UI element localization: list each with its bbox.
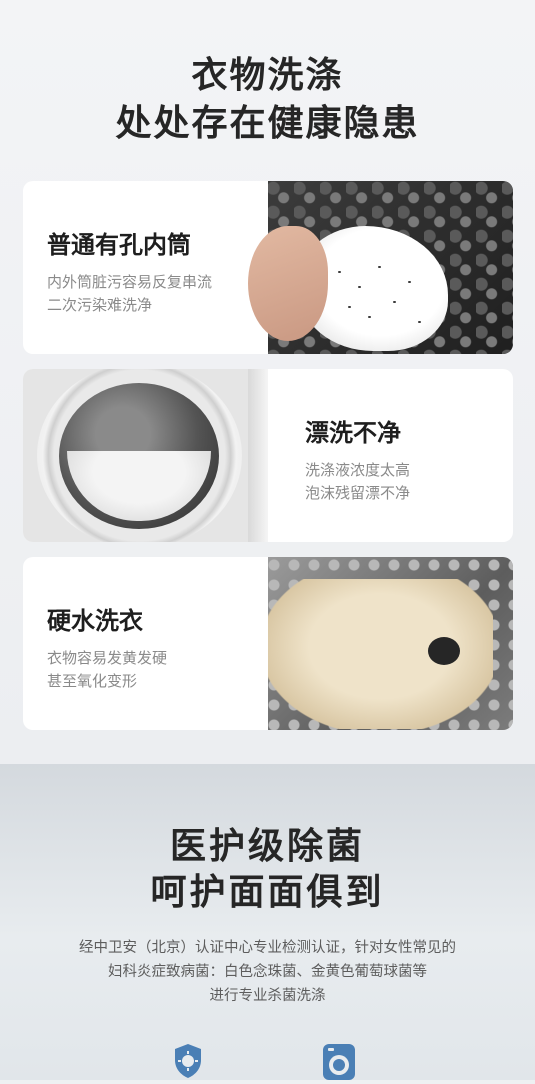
- card-desc-line1: 洗涤液浓度太高: [305, 461, 411, 479]
- card-desc-line1: 衣物容易发黄发硬: [47, 649, 168, 667]
- washing-machine-icon: [321, 1040, 357, 1080]
- virus-shield-icon: [170, 1040, 206, 1080]
- headline-line2: 处处存在健康隐患: [115, 103, 420, 144]
- card-desc-line2: 二次污染难洗净: [47, 296, 153, 314]
- dirty-cloth-photo: [248, 181, 513, 354]
- card-hard-water: 硬水洗衣 衣物容易发黄发硬 甚至氧化变形: [23, 557, 513, 730]
- section2-body-line3: 进行专业杀菌洗涤: [209, 988, 326, 1004]
- card-desc-line1: 内外筒脏污容易反复串流: [47, 273, 213, 291]
- section2-body-line1: 经中卫安（北京）认证中心专业检测认证，针对女性常见的: [79, 940, 456, 956]
- card-text: 漂洗不净 洗涤液浓度太高 泡沫残留漂不净: [283, 369, 503, 542]
- card-incomplete-rinse: 漂洗不净 洗涤液浓度太高 泡沫残留漂不净: [23, 369, 513, 542]
- card-title: 硬水洗衣: [47, 607, 143, 635]
- card-text: 普通有孔内筒 内外筒脏污容易反复串流 二次污染难洗净: [23, 181, 243, 354]
- yellowed-towel-photo: [268, 557, 513, 730]
- card-perforated-drum: 普通有孔内筒 内外筒脏污容易反复串流 二次污染难洗净: [23, 181, 513, 354]
- towel-shadow: [428, 637, 460, 665]
- card-desc-line2: 甚至氧化变形: [47, 672, 138, 690]
- card-text: 硬水洗衣 衣物容易发黄发硬 甚至氧化变形: [23, 557, 243, 730]
- card-desc-line2: 泡沫残留漂不净: [305, 484, 411, 502]
- section2-title-line2: 呵护面面俱到: [150, 872, 385, 913]
- card-title: 漂洗不净: [305, 419, 401, 447]
- bottom-section: [0, 764, 535, 1080]
- headline-line1: 衣物洗涤: [191, 55, 344, 96]
- washer-door-photo: [23, 369, 268, 542]
- section2-body-line2: 妇科炎症致病菌：白色念珠菌、金黄色葡萄球菌等: [108, 964, 427, 980]
- section2-title-line1: 医护级除菌: [169, 826, 365, 867]
- washer-panel: [248, 369, 268, 542]
- hand-image: [248, 226, 328, 341]
- card-title: 普通有孔内筒: [47, 231, 191, 259]
